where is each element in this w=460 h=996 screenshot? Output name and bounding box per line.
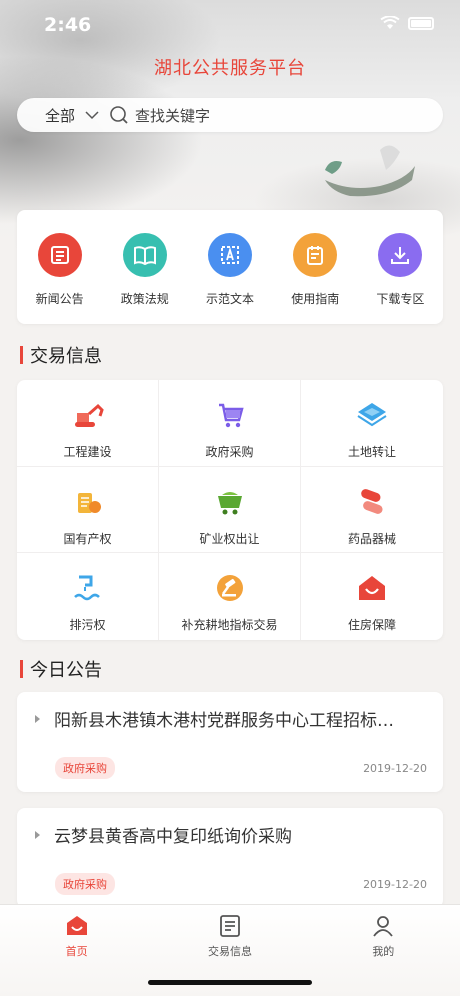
trade-item-emission-rights[interactable]: 排污权 <box>17 553 159 640</box>
notice-title: 云梦县黄香高中复印纸询价采购 <box>54 827 292 847</box>
trade-item-construction[interactable]: 工程建设 <box>17 380 159 467</box>
quick-link-templates[interactable]: 示范文本 <box>187 210 272 324</box>
caret-right-icon <box>35 830 40 839</box>
quick-link-guide[interactable]: 使用指南 <box>273 210 358 324</box>
search-scope-select[interactable]: 全部 <box>45 105 75 126</box>
pill-icon <box>361 488 383 514</box>
search-icon <box>110 106 128 124</box>
wifi-icon <box>380 16 400 29</box>
mine-cart-icon <box>217 491 242 515</box>
notice-title: 阳新县木港镇木港村党群服务中心工程招标… <box>54 711 394 731</box>
guide-icon <box>293 233 338 277</box>
tab-home[interactable]: 首页 <box>0 905 153 996</box>
trade-info-icon <box>220 915 240 937</box>
land-plots-icon <box>357 403 387 427</box>
template-doc-icon <box>208 233 252 277</box>
profile-icon <box>373 916 394 937</box>
home-icon <box>66 916 87 935</box>
quick-links-card: 新闻公告 政策法规 示范文本 使用指南 下载专区 <box>17 210 443 324</box>
notice-item[interactable]: 阳新县木港镇木港村党群服务中心工程招标… 政府采购 2019-12-20 <box>17 692 443 792</box>
discharge-icon <box>73 575 100 601</box>
trade-item-housing[interactable]: 住房保障 <box>301 553 443 640</box>
news-icon <box>37 233 82 277</box>
status-time: 2:46 <box>44 14 92 36</box>
trade-item-land-transfer[interactable]: 土地转让 <box>301 380 443 467</box>
notice-section-title: 今日公告 <box>20 656 102 682</box>
status-bar: 2:46 <box>0 0 460 50</box>
house-icon <box>359 576 385 601</box>
policy-book-icon <box>122 233 167 277</box>
tab-profile[interactable]: 我的 <box>307 905 460 996</box>
category-tag: 政府采购 <box>55 873 115 895</box>
trade-category-grid: 工程建设 政府采购 土地转让 国有产权 矿业权出让 药品器械 排污权 补充耕地指… <box>17 380 443 640</box>
trade-item-mining-rights[interactable]: 矿业权出让 <box>159 466 301 554</box>
download-icon <box>378 233 423 277</box>
trade-item-gov-procurement[interactable]: 政府采购 <box>159 380 301 467</box>
quick-link-policy[interactable]: 政策法规 <box>102 210 187 324</box>
search-input[interactable]: 查找关键字 <box>135 105 210 126</box>
search-bar[interactable]: 全部 查找关键字 <box>17 98 443 132</box>
trade-item-medicine[interactable]: 药品器械 <box>301 467 443 554</box>
dragon-boat-illustration <box>325 145 415 197</box>
gavel-icon <box>216 575 243 602</box>
home-indicator <box>148 980 312 985</box>
notice-date: 2019-12-20 <box>363 877 427 891</box>
shopping-cart-icon <box>218 403 244 428</box>
trade-item-farmland-quota[interactable]: 补充耕地指标交易 <box>159 553 301 640</box>
app-title: 湖北公共服务平台 <box>154 58 306 79</box>
excavator-icon <box>74 403 104 427</box>
category-tag: 政府采购 <box>55 757 115 779</box>
battery-icon <box>408 16 434 30</box>
caret-right-icon <box>35 714 40 723</box>
trade-section-title: 交易信息 <box>20 342 102 368</box>
property-coins-icon <box>77 492 101 513</box>
trade-item-state-property[interactable]: 国有产权 <box>17 466 159 554</box>
quick-link-download[interactable]: 下载专区 <box>358 210 443 324</box>
notice-item[interactable]: 云梦县黄香高中复印纸询价采购 政府采购 2019-12-20 <box>17 808 443 908</box>
quick-link-news[interactable]: 新闻公告 <box>17 210 102 324</box>
notice-date: 2019-12-20 <box>363 761 427 775</box>
chevron-down-icon[interactable] <box>85 108 99 122</box>
